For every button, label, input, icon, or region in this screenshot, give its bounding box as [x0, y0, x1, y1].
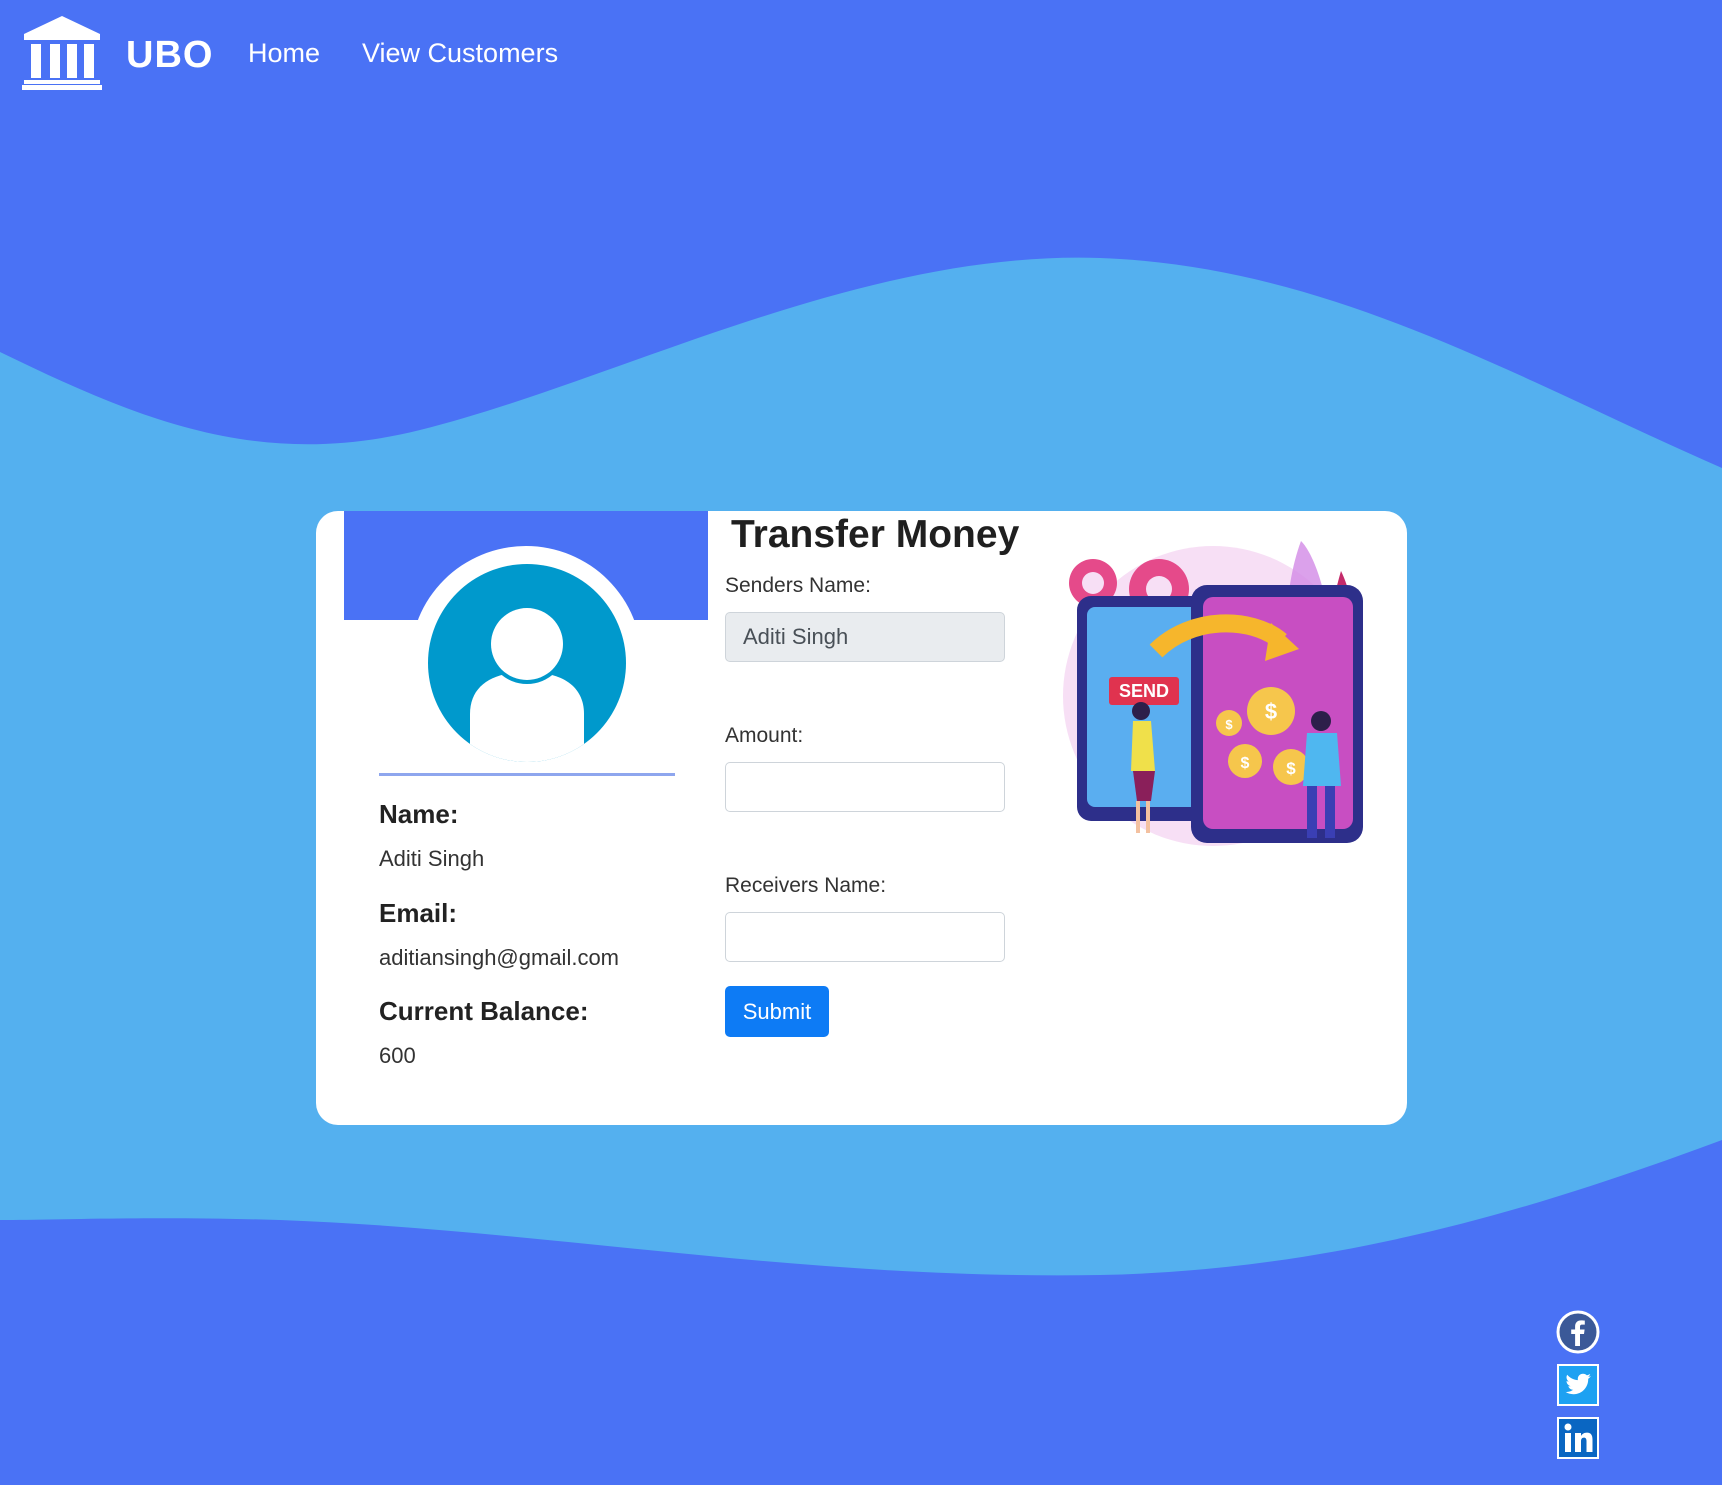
- name-value: Aditi Singh: [379, 846, 485, 871]
- brand-name[interactable]: UBO: [126, 34, 213, 77]
- profile-divider: [379, 773, 675, 776]
- amount-label: Amount:: [725, 724, 804, 747]
- form-title: Transfer Money: [731, 513, 1020, 556]
- twitter-icon[interactable]: [1556, 1363, 1600, 1407]
- svg-text:$: $: [1241, 755, 1250, 772]
- bank-icon[interactable]: [22, 14, 102, 90]
- email-label: Email:: [379, 898, 458, 928]
- email-value: aditiansingh@gmail.com: [379, 945, 620, 970]
- svg-text:$: $: [1225, 717, 1233, 732]
- svg-text:$: $: [1286, 759, 1296, 778]
- sender-name-label: Senders Name:: [725, 574, 871, 597]
- sender-name-input[interactable]: [725, 612, 1005, 662]
- avatar-icon: [428, 564, 626, 762]
- navbar: UBO Home View Customers: [0, 0, 1722, 110]
- nav-view-customers-link[interactable]: View Customers: [362, 38, 558, 69]
- receiver-name-input[interactable]: [725, 912, 1005, 962]
- send-label: SEND: [1119, 681, 1169, 701]
- money-transfer-illustration: SEND $ $ $ $: [1063, 541, 1363, 846]
- transfer-card: Name: Aditi Singh Email: aditiansingh@gm…: [316, 511, 1407, 1125]
- submit-button[interactable]: Submit: [725, 986, 829, 1037]
- amount-input[interactable]: [725, 762, 1005, 812]
- nav-home-link[interactable]: Home: [248, 38, 320, 69]
- linkedin-icon[interactable]: [1556, 1416, 1600, 1460]
- svg-text:$: $: [1265, 699, 1277, 724]
- balance-label: Current Balance:: [379, 996, 589, 1026]
- receiver-name-label: Receivers Name:: [725, 874, 887, 897]
- name-label: Name:: [379, 799, 459, 829]
- facebook-icon[interactable]: [1556, 1310, 1600, 1354]
- balance-value: 600: [379, 1043, 416, 1068]
